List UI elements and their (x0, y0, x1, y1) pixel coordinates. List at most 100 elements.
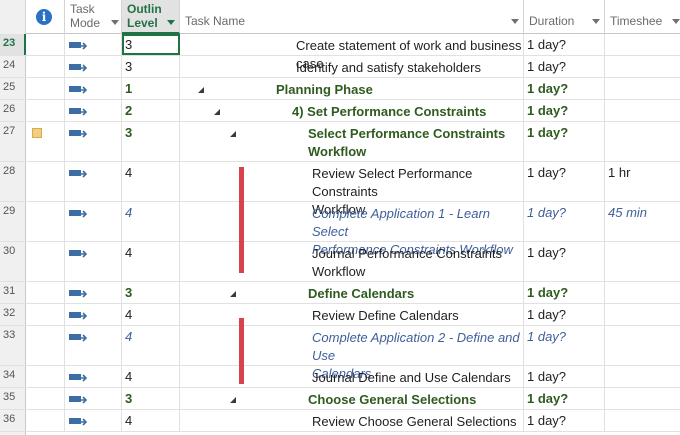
table-row[interactable]: 30 4 Journal Performance Constraints Workfl… (0, 242, 680, 282)
task-name-cell[interactable]: Review Select Performance Constraints Wor… (180, 162, 524, 217)
table-row[interactable]: 27 3 Select Performance Constraints Workflo… (0, 122, 680, 162)
duration-column-header[interactable]: Duration (524, 0, 605, 34)
outline-level-cell[interactable]: 4 (122, 304, 180, 325)
indicators-column-header[interactable]: i (26, 0, 65, 34)
timesheet-cell[interactable] (605, 122, 680, 161)
collapse-triangle-icon[interactable] (198, 87, 204, 93)
outline-level-cell[interactable]: 2 (122, 100, 180, 121)
task-name-column-header[interactable]: Task Name (180, 0, 524, 34)
task-name-cell[interactable]: Complete Application 1 - Learn Select Per… (180, 202, 524, 257)
table-row[interactable]: 36 4 Review Choose General Selections 1 day… (0, 410, 680, 432)
timesheet-cell[interactable] (605, 56, 680, 77)
timesheet-cell[interactable] (605, 242, 680, 281)
duration-cell[interactable]: 1 day? (524, 282, 605, 303)
timesheet-filter-arrow-icon[interactable] (672, 19, 680, 24)
table-row[interactable]: 26 2 4) Set Performance Constraints 1 day? (0, 100, 680, 122)
task-mode-cell[interactable] (65, 162, 122, 201)
outline-level-cell[interactable]: 1 (122, 78, 180, 99)
task-mode-cell[interactable] (65, 242, 122, 281)
outline-level-cell[interactable]: 4 (122, 162, 180, 201)
task-name-cell[interactable]: Review Choose General Selections (180, 410, 524, 431)
task-mode-cell[interactable] (65, 202, 122, 241)
outline-level-column-header[interactable]: Outlin Level (122, 0, 180, 34)
task-name-cell[interactable]: Journal Define and Use Calendars (180, 366, 524, 387)
task-name-cell[interactable]: Select Performance Constraints Workflow (180, 122, 524, 161)
outline-level-cell[interactable]: 3 (122, 282, 180, 303)
task-name-cell[interactable]: Choose General Selections (180, 388, 524, 409)
task-mode-cell[interactable] (65, 410, 122, 431)
timesheet-cell[interactable] (605, 410, 680, 431)
task-mode-cell[interactable] (65, 34, 122, 55)
task-mode-cell[interactable] (65, 326, 122, 365)
row-id[interactable]: 29 (0, 202, 26, 241)
task-mode-cell[interactable] (65, 282, 122, 303)
task-name-cell[interactable]: 4) Set Performance Constraints (180, 100, 524, 121)
timesheet-cell[interactable] (605, 388, 680, 409)
duration-filter-arrow-icon[interactable] (592, 19, 600, 24)
outline-level-cell[interactable]: 4 (122, 242, 180, 281)
task-name-cell[interactable]: Review Define Calendars (180, 304, 524, 325)
task-name-cell[interactable]: Planning Phase (180, 78, 524, 99)
duration-cell[interactable]: 1 day? (524, 326, 605, 365)
select-all-corner[interactable] (0, 0, 26, 34)
task-mode-cell[interactable] (65, 388, 122, 409)
task-name-cell[interactable]: Define Calendars (180, 282, 524, 303)
task-name-cell[interactable]: Journal Performance Constraints Workflow (180, 242, 524, 281)
task-mode-column-header[interactable]: Task Mode (65, 0, 122, 34)
row-id[interactable]: 35 (0, 388, 26, 409)
duration-cell[interactable]: 1 day? (524, 162, 605, 201)
timesheet-cell[interactable] (605, 304, 680, 325)
row-id[interactable]: 36 (0, 410, 26, 431)
row-id[interactable]: 26 (0, 100, 26, 121)
row-id[interactable]: 33 (0, 326, 26, 365)
outline-level-cell[interactable]: 4 (122, 366, 180, 387)
outline-level-cell[interactable]: 3 (122, 34, 180, 55)
table-row[interactable]: 28 4 Review Select Performance Constraints… (0, 162, 680, 217)
table-row[interactable]: 25 1 Planning Phase 1 day? (0, 78, 680, 100)
timesheet-cell[interactable] (605, 282, 680, 303)
row-id[interactable]: 25 (0, 78, 26, 99)
task-mode-cell[interactable] (65, 122, 122, 161)
duration-cell[interactable]: 1 day? (524, 388, 605, 409)
outline-level-cell[interactable]: 3 (122, 56, 180, 77)
row-id[interactable]: 32 (0, 304, 26, 325)
duration-cell[interactable]: 1 day? (524, 202, 605, 241)
table-row[interactable]: 34 4 Journal Define and Use Calendars 1 day… (0, 366, 680, 388)
table-row[interactable]: 29 4 Complete Application 1 - Learn Select… (0, 202, 680, 257)
outline-level-cell[interactable]: 3 (122, 122, 180, 161)
timesheet-cell[interactable] (605, 78, 680, 99)
duration-cell[interactable]: 1 day? (524, 56, 605, 77)
duration-cell[interactable]: 1 day? (524, 78, 605, 99)
task-mode-cell[interactable] (65, 100, 122, 121)
task-name-cell[interactable]: Complete Application 2 - Define and Use C… (180, 326, 524, 381)
note-icon[interactable] (32, 128, 42, 138)
collapse-triangle-icon[interactable] (214, 109, 220, 115)
timesheet-cell[interactable]: 45 min (605, 202, 680, 241)
timesheet-cell[interactable] (605, 326, 680, 365)
outline-level-cell[interactable]: 3 (122, 388, 180, 409)
duration-cell[interactable]: 1 day? (524, 366, 605, 387)
timesheet-column-header[interactable]: Timeshee (605, 0, 680, 34)
row-id[interactable]: 28 (0, 162, 26, 201)
timesheet-cell[interactable] (605, 366, 680, 387)
task-mode-cell[interactable] (65, 78, 122, 99)
task-name-cell[interactable]: Identify and satisfy stakeholders (180, 56, 524, 77)
row-id[interactable]: 24 (0, 56, 26, 77)
timesheet-cell[interactable] (605, 100, 680, 121)
collapse-triangle-icon[interactable] (230, 131, 236, 137)
outline-level-filter-arrow-icon[interactable] (167, 20, 175, 25)
duration-cell[interactable]: 1 day? (524, 242, 605, 281)
outline-level-cell[interactable]: 4 (122, 410, 180, 431)
table-row[interactable]: 32 4 Review Define Calendars 1 day? (0, 304, 680, 326)
row-id[interactable]: 23 (0, 34, 26, 55)
collapse-triangle-icon[interactable] (230, 397, 236, 403)
timesheet-cell[interactable] (605, 34, 680, 55)
duration-cell[interactable]: 1 day? (524, 100, 605, 121)
outline-level-cell[interactable]: 4 (122, 326, 180, 365)
outline-level-cell[interactable]: 4 (122, 202, 180, 241)
row-id[interactable]: 30 (0, 242, 26, 281)
collapse-triangle-icon[interactable] (230, 291, 236, 297)
row-id[interactable]: 34 (0, 366, 26, 387)
duration-cell[interactable]: 1 day? (524, 410, 605, 431)
table-row[interactable]: 24 3 Identify and satisfy stakeholders 1 da… (0, 56, 680, 78)
